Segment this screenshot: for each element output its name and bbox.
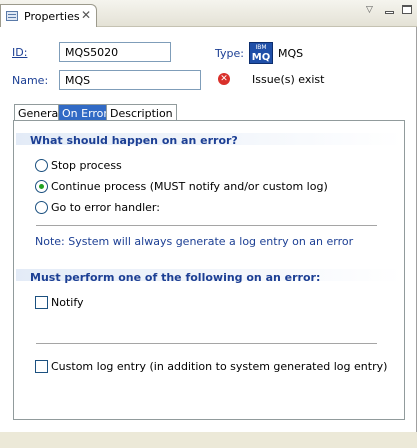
issues-text: Issue(s) exist [252, 73, 325, 86]
separator [36, 343, 377, 344]
view-header: Properties ✕ ▽ [0, 0, 417, 27]
error-icon: ✕ [218, 73, 230, 85]
close-icon[interactable]: ✕ [81, 8, 91, 22]
type-value: MQS [278, 47, 304, 60]
radio-stop-process[interactable] [35, 159, 48, 172]
tab-on-error[interactable]: On Error [58, 104, 112, 121]
id-label: ID: [12, 46, 28, 59]
notify-label: Notify [51, 296, 84, 309]
radio-error-handler[interactable] [35, 201, 48, 214]
custom-log-checkbox[interactable] [35, 360, 48, 373]
section-title-must-perform: Must perform one of the following on an … [30, 271, 321, 284]
option-label-continue-process: Continue process (MUST notify and/or cus… [51, 180, 328, 193]
tab-description[interactable]: Description [106, 104, 177, 121]
logo-bottom-text: MQ [251, 52, 271, 63]
separator [36, 225, 377, 226]
properties-view: Properties ✕ ▽ ID: MQS5020 Type: IBM MQ … [0, 0, 417, 432]
minimize-icon[interactable] [385, 11, 394, 14]
view-tab-label: Properties [24, 10, 80, 23]
name-label-text: Name: [12, 74, 49, 87]
log-note: Note: System will always generate a log … [35, 235, 354, 248]
maximize-icon[interactable] [402, 5, 412, 14]
on-error-tab-content: What should happen on an error? Stop pro… [13, 120, 405, 420]
view-menu-icon[interactable]: ▽ [366, 5, 373, 15]
notify-checkbox[interactable] [35, 296, 48, 309]
section-title-error-action: What should happen on an error? [30, 134, 238, 147]
radio-continue-process[interactable] [35, 180, 48, 193]
view-tab-properties[interactable]: Properties ✕ [0, 4, 97, 27]
custom-log-label: Custom log entry (in addition to system … [51, 360, 388, 373]
id-field[interactable]: MQS5020 [59, 42, 171, 62]
name-label: Name: [12, 74, 48, 87]
ibm-mq-logo: IBM MQ [249, 42, 273, 64]
option-label-error-handler: Go to error handler: [51, 201, 160, 214]
name-field[interactable]: MQS [59, 70, 201, 90]
option-label-stop-process: Stop process [51, 159, 122, 172]
properties-icon [6, 11, 18, 21]
logo-top-text: IBM [255, 44, 267, 51]
type-label: Type: [215, 47, 244, 60]
